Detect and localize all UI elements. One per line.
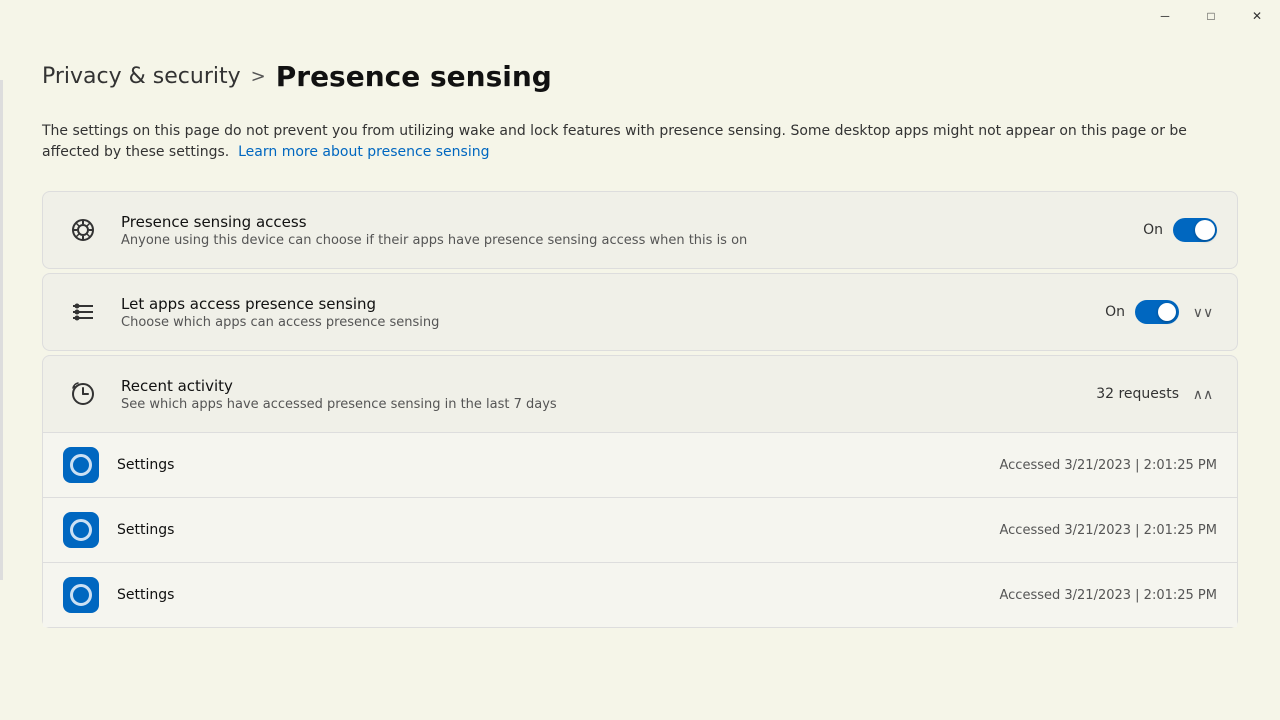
recent-activity-collapse-button[interactable]: ∧ [1189, 380, 1217, 408]
minimize-button[interactable]: ─ [1142, 0, 1188, 32]
recent-activity-card: Recent activity See which apps have acce… [42, 355, 1238, 628]
apps-toggle-thumb [1158, 303, 1176, 321]
presence-sensing-access-card: Presence sensing access Anyone using thi… [42, 191, 1238, 269]
left-accent-bar [0, 80, 3, 580]
presence-sensing-icon [63, 210, 103, 250]
apps-access-text: Let apps access presence sensing Choose … [121, 295, 1087, 330]
presence-sensing-access-subtitle: Anyone using this device can choose if t… [121, 233, 1125, 248]
app-access-time-1: Accessed 3/21/2023 | 2:01:25 PM [1000, 458, 1218, 473]
app-access-time-3: Accessed 3/21/2023 | 2:01:25 PM [1000, 588, 1218, 603]
recent-activity-header: Recent activity See which apps have acce… [43, 356, 1237, 432]
requests-count: 32 requests [1096, 386, 1179, 402]
settings-app-icon-3 [63, 577, 99, 613]
close-button[interactable]: ✕ [1234, 0, 1280, 32]
presence-sensing-access-controls: On [1143, 218, 1217, 242]
chevron-down-icon: ∨ [1193, 304, 1214, 321]
toggle-thumb [1195, 220, 1215, 240]
app-name-3: Settings [117, 587, 982, 603]
settings-app-icon-2 [63, 512, 99, 548]
apps-access-title: Let apps access presence sensing [121, 295, 1087, 313]
app-access-time-2: Accessed 3/21/2023 | 2:01:25 PM [1000, 523, 1218, 538]
recent-activity-controls: 32 requests ∧ [1096, 380, 1217, 408]
apps-access-subtitle: Choose which apps can access presence se… [121, 315, 1087, 330]
apps-access-icon [63, 292, 103, 332]
recent-activity-subtitle: See which apps have accessed presence se… [121, 397, 1078, 412]
chevron-up-icon: ∧ [1193, 386, 1214, 403]
activity-item-2: Settings Accessed 3/21/2023 | 2:01:25 PM [43, 497, 1237, 562]
app-name-1: Settings [117, 457, 982, 473]
apps-toggle-track [1135, 300, 1179, 324]
breadcrumb-current: Presence sensing [276, 60, 552, 93]
maximize-button[interactable]: □ [1188, 0, 1234, 32]
settings-icon-inner [70, 454, 92, 476]
recent-activity-icon [63, 374, 103, 414]
titlebar: ─ □ ✕ [1142, 0, 1280, 32]
learn-more-link[interactable]: Learn more about presence sensing [238, 144, 489, 160]
presence-sensing-access-text: Presence sensing access Anyone using thi… [121, 213, 1125, 248]
toggle-track [1173, 218, 1217, 242]
activity-item-3: Settings Accessed 3/21/2023 | 2:01:25 PM [43, 562, 1237, 627]
breadcrumb-separator: > [251, 66, 266, 87]
toggle-on-label: On [1143, 222, 1163, 238]
recent-activity-text: Recent activity See which apps have acce… [121, 377, 1078, 412]
apps-toggle-label: On [1105, 304, 1125, 320]
activity-item-1: Settings Accessed 3/21/2023 | 2:01:25 PM [43, 432, 1237, 497]
apps-access-expand-button[interactable]: ∨ [1189, 298, 1217, 326]
apps-access-controls: On ∨ [1105, 298, 1217, 326]
breadcrumb-parent[interactable]: Privacy & security [42, 64, 241, 89]
settings-icon-inner-2 [70, 519, 92, 541]
breadcrumb: Privacy & security > Presence sensing [42, 60, 1238, 93]
app-name-2: Settings [117, 522, 982, 538]
settings-app-icon-1 [63, 447, 99, 483]
apps-access-card: Let apps access presence sensing Choose … [42, 273, 1238, 351]
page-description: The settings on this page do not prevent… [42, 121, 1238, 163]
presence-sensing-access-title: Presence sensing access [121, 213, 1125, 231]
main-content: Privacy & security > Presence sensing Th… [0, 0, 1280, 662]
presence-sensing-access-toggle[interactable] [1173, 218, 1217, 242]
apps-access-toggle[interactable] [1135, 300, 1179, 324]
settings-icon-inner-3 [70, 584, 92, 606]
recent-activity-title: Recent activity [121, 377, 1078, 395]
